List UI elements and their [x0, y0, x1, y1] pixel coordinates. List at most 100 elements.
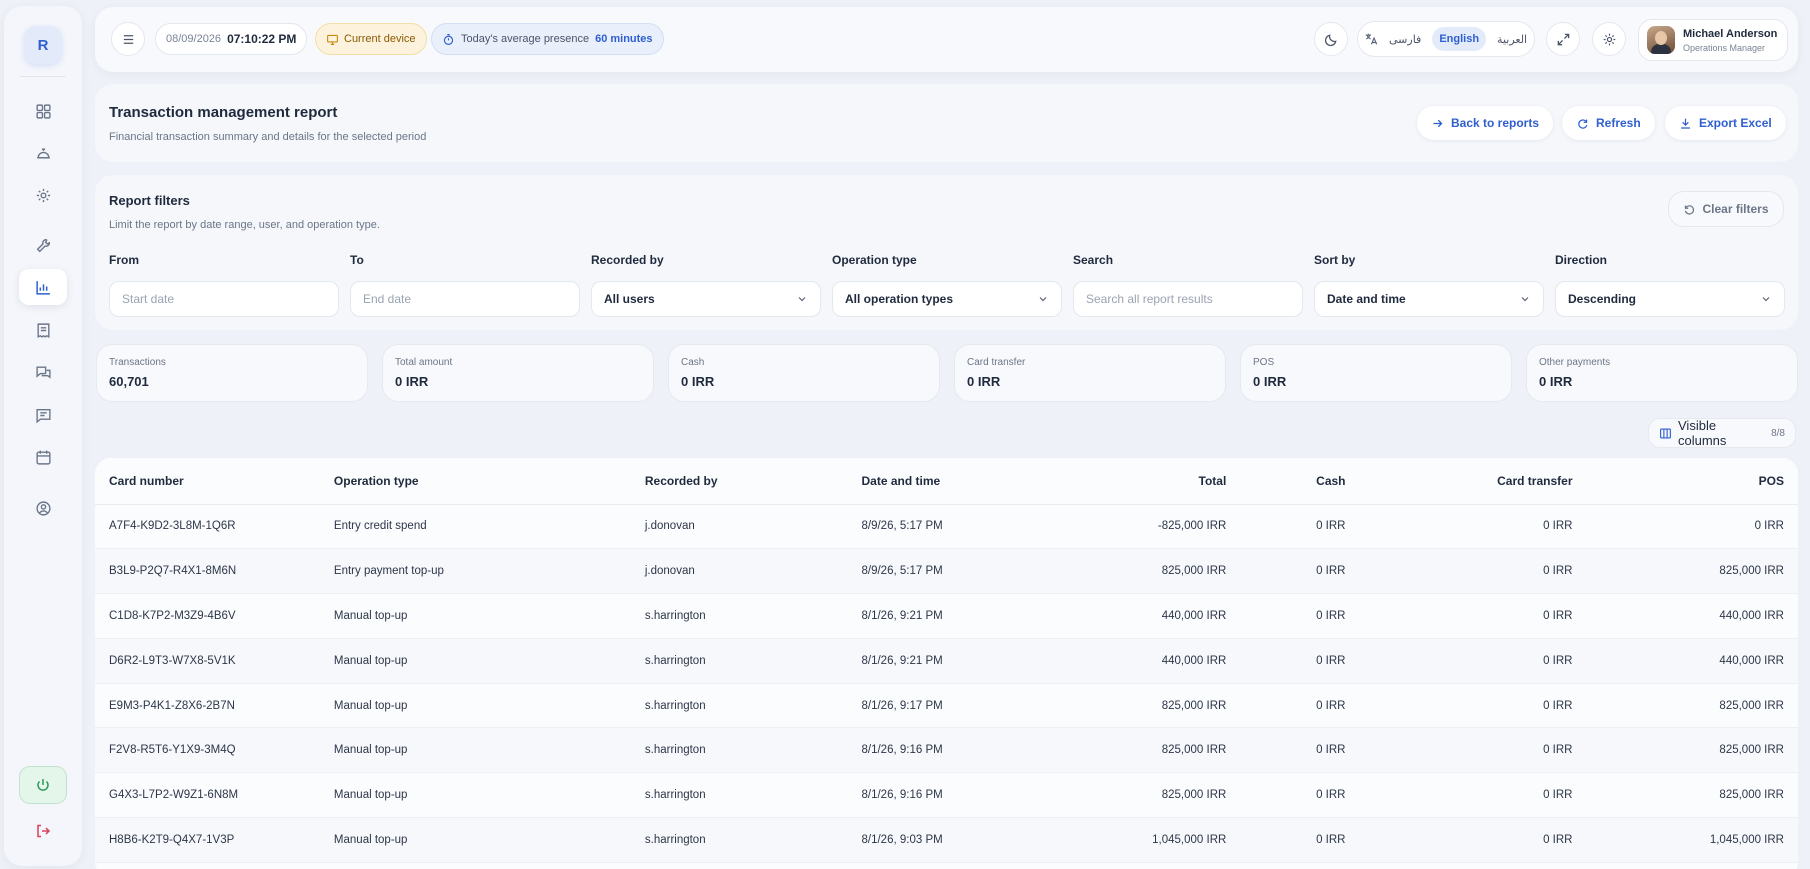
sort-by-select[interactable]: Date and time	[1314, 281, 1544, 317]
cell-card-transfer: 0 IRR	[1359, 548, 1587, 595]
message-list-icon	[35, 407, 52, 424]
cell-card-number: D6R2-L9T3-W7X8-5V1K	[95, 638, 320, 684]
to-field: To End date	[350, 253, 580, 317]
search-placeholder: Search all report results	[1086, 292, 1213, 306]
operation-type-select[interactable]: All operation types	[832, 281, 1062, 317]
cell-pos: 1,045,000 IRR	[1586, 817, 1798, 863]
sidebar-item-dashboard[interactable]	[19, 93, 67, 129]
sidebar-item-calendar[interactable]	[19, 439, 67, 475]
table-row[interactable]: F2V8-R5T6-Y1X9-3M4Q Manual top-up s.harr…	[95, 727, 1798, 774]
direction-label: Direction	[1555, 253, 1608, 267]
column-header-card-transfer[interactable]: Card transfer	[1359, 458, 1587, 505]
presence-badge: Today's average presence 60 minutes	[431, 23, 664, 55]
current-device-badge[interactable]: Current device	[315, 23, 427, 55]
from-field: From Start date	[109, 253, 339, 317]
lang-option-farsi[interactable]: فارسی	[1382, 27, 1428, 52]
cell-pos: 440,000 IRR	[1586, 638, 1798, 684]
table-row[interactable]: A7F4-K9D2-3L8M-1Q6R Entry credit spend j…	[95, 504, 1798, 550]
column-header-cash[interactable]: Cash	[1240, 458, 1360, 505]
column-header-pos[interactable]: POS	[1586, 458, 1798, 505]
avatar	[1647, 26, 1675, 54]
device-label: Current device	[344, 33, 416, 45]
column-header-recorded-by[interactable]: Recorded by	[630, 458, 848, 505]
stat-card-other-payments: Other payments 0 IRR	[1526, 344, 1798, 402]
power-button[interactable]	[19, 766, 67, 804]
to-date-input[interactable]: End date	[350, 281, 580, 317]
sidebar-item-settings[interactable]	[19, 177, 67, 213]
cell-total: 825,000 IRR	[1013, 548, 1241, 595]
monitor-icon	[326, 33, 344, 46]
theme-toggle-button[interactable]	[1314, 22, 1348, 56]
user-profile-card[interactable]: Michael Anderson Operations Manager	[1638, 19, 1788, 61]
table-row[interactable]: B3L9-P2Q7-R4X1-8M6N Entry payment top-up…	[95, 548, 1798, 595]
presence-value: 60 minutes	[595, 33, 653, 45]
cell-total: 440,000 IRR	[1013, 638, 1241, 684]
column-header-date-time[interactable]: Date and time	[847, 458, 1014, 505]
from-date-input[interactable]: Start date	[109, 281, 339, 317]
export-label: Export Excel	[1699, 116, 1772, 130]
sidebar-item-chat[interactable]	[19, 354, 67, 390]
sidebar-item-messages[interactable]	[19, 397, 67, 433]
table-row[interactable]: H8B6-K2T9-Q4X7-1V3P Manual top-up s.harr…	[95, 817, 1798, 863]
datetime-display: 08/09/2026 07:10:22 PM	[155, 23, 308, 55]
back-to-reports-button[interactable]: Back to reports	[1417, 106, 1554, 140]
sort-by-label: Sort by	[1314, 253, 1356, 267]
sidebar-item-service[interactable]	[19, 135, 67, 171]
app-logo[interactable]: R	[24, 26, 62, 64]
gear-icon	[1602, 32, 1617, 47]
expand-icon	[1556, 32, 1571, 47]
table-row[interactable]: D6R2-L9T3-W7X8-5V1K Manual top-up s.harr…	[95, 638, 1798, 684]
stat-card-card-transfer: Card transfer 0 IRR	[954, 344, 1226, 402]
sidebar-item-profile[interactable]	[19, 490, 67, 526]
table-row[interactable]: E9M3-P4K1-Z8X6-2B7N Manual top-up s.harr…	[95, 683, 1798, 729]
refresh-label: Refresh	[1596, 116, 1641, 130]
column-header-card-number[interactable]: Card number	[95, 458, 320, 505]
fullscreen-button[interactable]	[1546, 22, 1580, 56]
current-date: 08/09/2026	[166, 33, 222, 45]
direction-value: Descending	[1568, 292, 1637, 306]
table-row[interactable]: C1D8-K7P2-M3Z9-4B6V Manual top-up s.harr…	[95, 593, 1798, 639]
cell-total: 1,045,000 IRR	[1013, 817, 1241, 863]
sidebar-item-invoices[interactable]	[19, 312, 67, 348]
chevron-down-icon	[1519, 293, 1531, 305]
visible-columns-button[interactable]: Visible columns 8/8	[1648, 418, 1796, 448]
cell-cash: 0 IRR	[1240, 504, 1360, 550]
clear-filters-button[interactable]: Clear filters	[1668, 191, 1784, 227]
stat-label: Other payments	[1539, 357, 1611, 368]
recorded-by-field: Recorded by All users	[591, 253, 821, 317]
filters-subtitle: Limit the report by date range, user, an…	[109, 219, 380, 231]
presence-label: Today's average presence	[461, 33, 590, 45]
clear-filters-label: Clear filters	[1702, 202, 1769, 216]
search-input[interactable]: Search all report results	[1073, 281, 1303, 317]
arrow-right-icon	[1431, 117, 1444, 130]
stat-value: 0 IRR	[1539, 374, 1573, 389]
logout-button[interactable]	[19, 813, 67, 849]
stat-value: 0 IRR	[395, 374, 429, 389]
refresh-button[interactable]: Refresh	[1562, 106, 1655, 140]
export-excel-button[interactable]: Export Excel	[1665, 106, 1786, 140]
sidebar-item-tools[interactable]	[19, 227, 67, 263]
cell-operation-type: Entry credit spend	[319, 504, 631, 550]
stopwatch-icon	[442, 33, 461, 46]
sidebar-item-reports[interactable]	[19, 269, 67, 305]
cell-card-transfer: 0 IRR	[1359, 683, 1587, 729]
filters-title: Report filters	[109, 193, 190, 208]
visible-columns-count: 8/8	[1771, 427, 1785, 439]
cell-total: 825,000 IRR	[1013, 772, 1241, 819]
chevron-down-icon	[796, 293, 808, 305]
lang-option-arabic[interactable]: العربية	[1490, 27, 1534, 52]
stat-value: 0 IRR	[1253, 374, 1287, 389]
recorded-by-select[interactable]: All users	[591, 281, 821, 317]
lang-option-english[interactable]: English	[1432, 27, 1487, 51]
column-header-total[interactable]: Total	[1013, 458, 1241, 505]
cell-card-transfer: 0 IRR	[1359, 638, 1587, 684]
transactions-table: Card number Operation type Recorded by D…	[95, 458, 1798, 869]
direction-select[interactable]: Descending	[1555, 281, 1785, 317]
column-header-operation-type[interactable]: Operation type	[319, 458, 631, 505]
service-bell-icon	[35, 145, 52, 162]
table-header-row: Card number Operation type Recorded by D…	[95, 458, 1798, 505]
table-row[interactable]: G4X3-L7P2-W9Z1-6N8M Manual top-up s.harr…	[95, 772, 1798, 819]
settings-button[interactable]	[1592, 22, 1626, 56]
cell-card-number: B3L9-P2Q7-R4X1-8M6N	[95, 548, 320, 595]
menu-toggle-button[interactable]	[111, 22, 145, 56]
